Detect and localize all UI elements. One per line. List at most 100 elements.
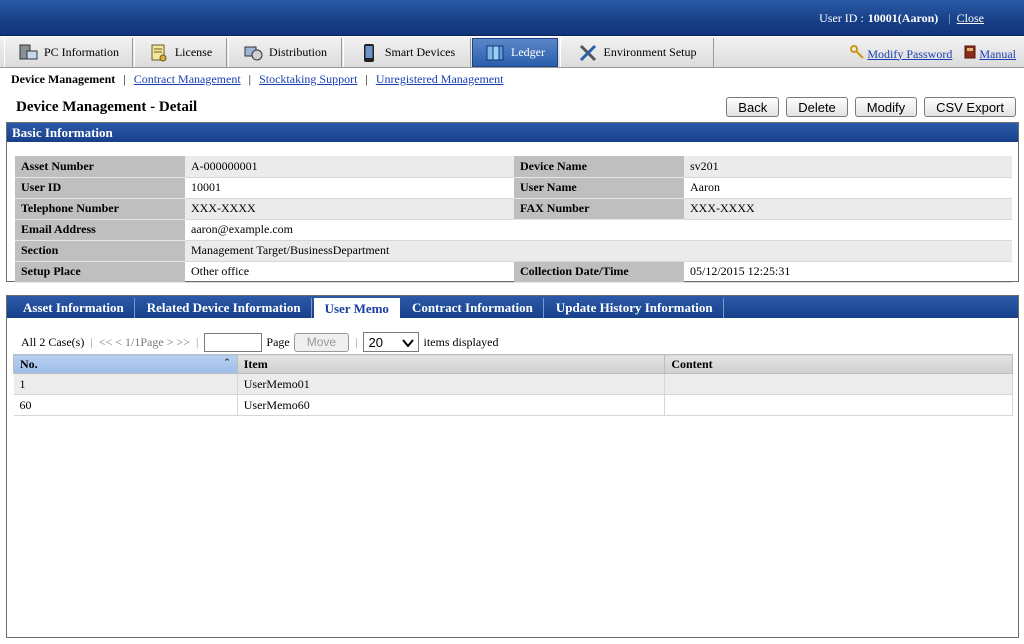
sort-icon: ⌃ [223,356,231,367]
main-tab-bar: PC Information License Distribution Smar… [0,37,1024,68]
tab-asset-information[interactable]: Asset Information [13,298,135,318]
field-label: Section [15,240,185,262]
separator: | [948,11,951,25]
table-row[interactable]: 1 UserMemo01 [13,373,1013,395]
column-header-no[interactable]: No. ⌃ [13,354,238,374]
tab-contract-information[interactable]: Contract Information [402,298,544,318]
book-icon [964,45,976,63]
manual-link[interactable]: Manual [964,45,1016,63]
user-info: User ID : 10001(Aaron) | Close [819,11,984,26]
column-header-content[interactable]: Content [664,354,1013,374]
field-label: Email Address [15,219,185,241]
items-displayed-label: items displayed [423,334,499,349]
license-icon [149,43,169,63]
field-label: Collection Date/Time [514,261,684,283]
case-count: All 2 Case(s) [21,334,85,349]
utility-links: Modify Password Manual [850,45,1016,63]
tab-label: Smart Devices [384,45,456,59]
items-per-page-select[interactable]: 20 [363,332,420,352]
cell-no: 60 [13,394,238,416]
detail-panel: Asset Information Related Device Informa… [6,295,1019,638]
cell-content [664,394,1013,416]
field-value: Management Target/BusinessDepartment [185,240,1012,262]
page-number-input[interactable] [204,332,263,352]
field-label: Asset Number [15,156,185,178]
field-value: XXX-XXXX [185,198,514,220]
field-label: User ID [15,177,185,199]
field-value: 05/12/2015 12:25:31 [684,261,1012,283]
tab-user-memo[interactable]: User Memo [313,298,400,318]
info-row: User ID 10001 User Name Aaron [15,177,1012,199]
tab-ledger[interactable]: Ledger [472,38,558,67]
tab-distribution[interactable]: Distribution [228,38,342,67]
field-value: 10001 [185,177,514,199]
modify-password-label: Modify Password [867,46,953,61]
tab-pc-information[interactable]: PC Information [4,38,133,67]
move-button[interactable]: Move [293,332,350,352]
computer-icon [18,43,38,63]
back-button[interactable]: Back [726,97,780,117]
subnav-current: Device Management [11,72,116,86]
tab-label: PC Information [44,45,119,59]
distribution-icon [243,43,263,63]
page-title: Device Management - Detail [16,99,198,115]
detail-tab-bar: Asset Information Related Device Informa… [7,296,1018,318]
subnav-unregistered-management[interactable]: Unregistered Management [376,72,504,87]
column-label: No. [20,356,38,371]
tab-environment-setup[interactable]: Environment Setup [560,38,714,67]
basic-information-panel: Basic Information Asset Number A-0000000… [6,122,1019,283]
field-label: Setup Place [15,261,185,283]
field-value: sv201 [684,156,1012,178]
info-row: Email Address aaron@example.com [15,219,1012,241]
top-header-bar: User ID : 10001(Aaron) | Close [0,0,1024,36]
tab-label: Environment Setup [603,45,697,59]
modify-button[interactable]: Modify [854,97,918,117]
field-value: A-000000001 [185,156,514,178]
table-header: No. ⌃ Item Content [13,354,1013,374]
user-id-value: 10001(Aaron) [867,11,939,25]
field-value: XXX-XXXX [684,198,1012,220]
action-buttons: Back Delete Modify CSV Export [726,97,1016,117]
key-icon [850,45,865,63]
field-value: Aaron [684,177,1012,199]
items-per-page-value: 20 [368,334,383,350]
delete-button[interactable]: Delete [786,97,848,117]
cell-item: UserMemo60 [237,394,666,416]
field-label: Telephone Number [15,198,185,220]
pagination-bar: All 2 Case(s) | << < 1/1Page > >> | Page… [21,332,498,352]
tab-related-device-information[interactable]: Related Device Information [137,298,312,318]
field-value: aaron@example.com [185,219,1012,241]
ledger-icon [485,43,505,63]
table-row[interactable]: 60 UserMemo60 [13,394,1013,416]
field-value: Other office [185,261,514,283]
user-memo-table: No. ⌃ Item Content 1 UserMemo01 60 UserM… [13,354,1013,416]
tab-license[interactable]: License [134,38,227,67]
basic-information-table: Asset Number A-000000001 Device Name sv2… [15,156,1012,283]
tab-smart-devices[interactable]: Smart Devices [343,38,471,67]
subnav-contract-management[interactable]: Contract Management [134,72,241,87]
info-row: Asset Number A-000000001 Device Name sv2… [15,156,1012,178]
csv-export-button[interactable]: CSV Export [924,97,1016,117]
subnav-stocktaking-support[interactable]: Stocktaking Support [259,72,357,87]
modify-password-link[interactable]: Modify Password [850,45,952,63]
tab-update-history-information[interactable]: Update History Information [546,298,724,318]
tools-icon [578,43,598,63]
cell-no: 1 [13,373,238,395]
smart-device-icon [359,43,379,63]
sub-navigation: Device Management | Contract Management … [11,72,504,87]
cell-item: UserMemo01 [237,373,666,395]
tab-label: License [174,45,213,59]
page-navigation: << < 1/1Page > >> [98,334,190,349]
info-row: Section Management Target/BusinessDepart… [15,240,1012,262]
column-header-item[interactable]: Item [236,354,666,374]
tab-label: Ledger [511,45,545,59]
info-row: Telephone Number XXX-XXXX FAX Number XXX… [15,198,1012,220]
user-id-label: User ID : [819,11,864,25]
chevron-down-icon [402,335,415,350]
basic-information-heading: Basic Information [7,123,1018,142]
tab-label: Distribution [268,45,327,59]
manual-label: Manual [979,46,1016,61]
field-label: FAX Number [514,198,684,220]
close-link[interactable]: Close [957,11,984,26]
field-label: User Name [514,177,684,199]
